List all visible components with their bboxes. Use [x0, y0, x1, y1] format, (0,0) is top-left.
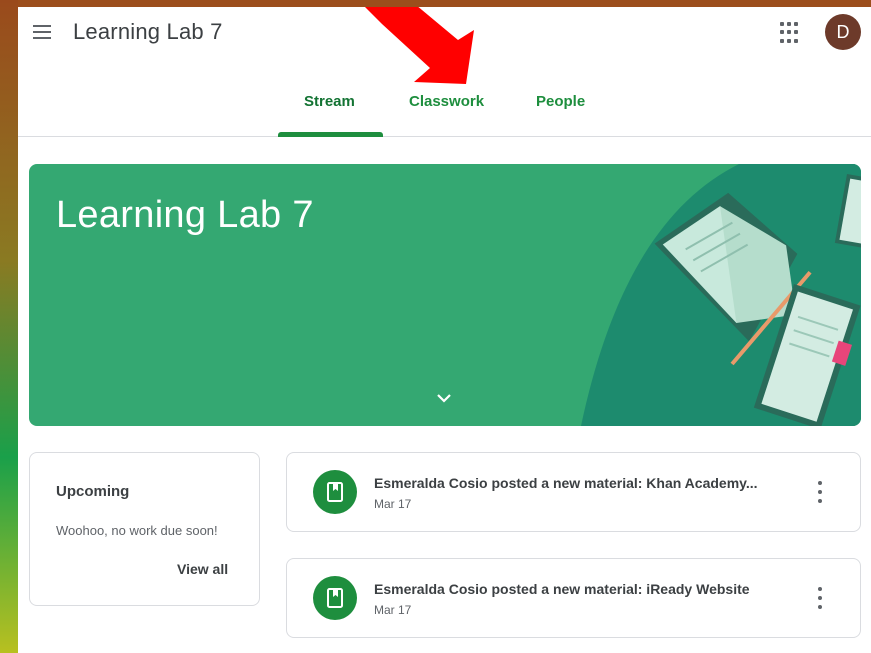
- active-tab-indicator: [278, 132, 383, 137]
- class-banner: Learning Lab 7: [29, 164, 861, 426]
- post-title[interactable]: Esmeralda Cosio posted a new material: K…: [374, 475, 794, 491]
- books-illustration: [581, 164, 861, 426]
- class-title[interactable]: Learning Lab 7: [73, 19, 223, 45]
- post-date: Mar 17: [374, 497, 412, 511]
- chevron-down-icon[interactable]: [435, 392, 453, 404]
- more-options-icon[interactable]: [812, 481, 828, 503]
- stream-post[interactable]: Esmeralda Cosio posted a new material: i…: [286, 558, 861, 638]
- red-annotation-arrow: [365, 7, 474, 84]
- upcoming-message: Woohoo, no work due soon!: [56, 523, 218, 538]
- stream-post[interactable]: Esmeralda Cosio posted a new material: K…: [286, 452, 861, 532]
- account-avatar[interactable]: D: [825, 14, 861, 50]
- upcoming-title: Upcoming: [56, 483, 130, 500]
- classroom-app: Learning Lab 7 D Stream Classwork People…: [18, 7, 871, 653]
- post-title[interactable]: Esmeralda Cosio posted a new material: i…: [374, 581, 794, 597]
- hamburger-menu-icon[interactable]: [30, 20, 54, 44]
- apps-grid-icon[interactable]: [780, 22, 802, 44]
- frame-top-border: [0, 0, 871, 7]
- material-book-icon: [313, 470, 357, 514]
- tab-people[interactable]: People: [536, 93, 585, 110]
- material-book-icon: [313, 576, 357, 620]
- banner-title: Learning Lab 7: [56, 194, 314, 236]
- upcoming-card: Upcoming Woohoo, no work due soon! View …: [29, 452, 260, 606]
- more-options-icon[interactable]: [812, 587, 828, 609]
- frame-left-border: [0, 0, 18, 653]
- post-date: Mar 17: [374, 603, 412, 617]
- view-all-link[interactable]: View all: [177, 561, 228, 577]
